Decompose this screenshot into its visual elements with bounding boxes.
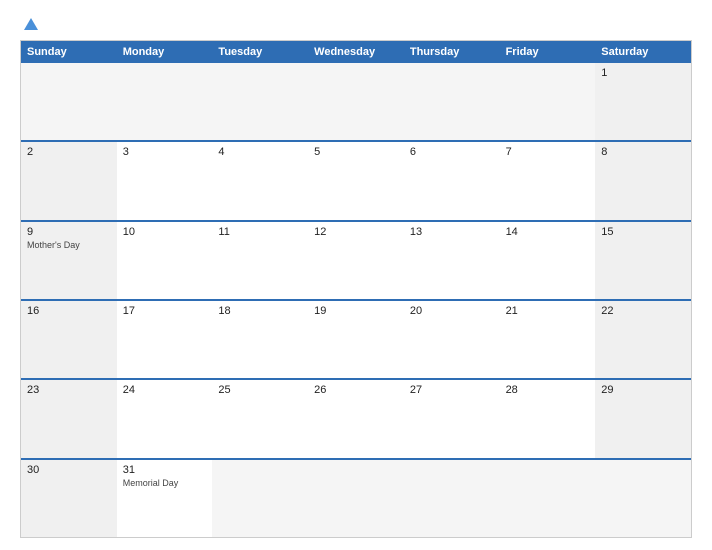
day-number: 5 [314, 146, 398, 158]
holiday-label: Mother's Day [27, 240, 111, 250]
day-cell: 28 [500, 380, 596, 457]
day-cell [308, 63, 404, 140]
day-number: 15 [601, 226, 685, 238]
day-number: 25 [218, 384, 302, 396]
header-thursday: Thursday [404, 41, 500, 63]
day-number: 14 [506, 226, 590, 238]
calendar-grid: Sunday Monday Tuesday Wednesday Thursday… [20, 40, 692, 538]
day-cell: 26 [308, 380, 404, 457]
day-cell: 8 [595, 142, 691, 219]
header-friday: Friday [500, 41, 596, 63]
day-cell: 22 [595, 301, 691, 378]
day-number: 16 [27, 305, 111, 317]
day-cell: 21 [500, 301, 596, 378]
day-cell [595, 460, 691, 537]
day-number: 18 [218, 305, 302, 317]
day-number: 7 [506, 146, 590, 158]
day-cell: 10 [117, 222, 213, 299]
day-number: 8 [601, 146, 685, 158]
day-number: 21 [506, 305, 590, 317]
day-cell: 1 [595, 63, 691, 140]
header-wednesday: Wednesday [308, 41, 404, 63]
day-number: 31 [123, 464, 207, 476]
day-cell: 4 [212, 142, 308, 219]
header-tuesday: Tuesday [212, 41, 308, 63]
day-cell: 18 [212, 301, 308, 378]
day-cell: 12 [308, 222, 404, 299]
header-monday: Monday [117, 41, 213, 63]
day-cell: 27 [404, 380, 500, 457]
day-cell [212, 460, 308, 537]
day-cell [117, 63, 213, 140]
day-number: 24 [123, 384, 207, 396]
day-number: 4 [218, 146, 302, 158]
day-cell: 19 [308, 301, 404, 378]
day-cell: 3 [117, 142, 213, 219]
day-cell: 2 [21, 142, 117, 219]
header-saturday: Saturday [595, 41, 691, 63]
day-cell [308, 460, 404, 537]
day-cell: 15 [595, 222, 691, 299]
calendar-page: Sunday Monday Tuesday Wednesday Thursday… [0, 0, 712, 550]
day-number: 13 [410, 226, 494, 238]
week-row-4: 23 24 25 26 27 28 29 [21, 378, 691, 457]
day-number: 2 [27, 146, 111, 158]
day-number: 1 [601, 67, 685, 79]
day-number: 20 [410, 305, 494, 317]
day-cell: 23 [21, 380, 117, 457]
day-cell: 5 [308, 142, 404, 219]
day-number: 28 [506, 384, 590, 396]
day-number: 30 [27, 464, 111, 476]
day-cell: 30 [21, 460, 117, 537]
day-cell: 11 [212, 222, 308, 299]
day-number: 29 [601, 384, 685, 396]
day-cell: 20 [404, 301, 500, 378]
day-number: 22 [601, 305, 685, 317]
day-number: 26 [314, 384, 398, 396]
day-cell: 29 [595, 380, 691, 457]
day-number: 12 [314, 226, 398, 238]
week-row-5: 30 31 Memorial Day [21, 458, 691, 537]
week-row-1: 2345678 [21, 140, 691, 219]
weeks-container: 123456789Mother's Day1011121314151617181… [21, 63, 691, 537]
logo-triangle-icon [24, 18, 38, 30]
day-number: 23 [27, 384, 111, 396]
week-row-0: 1 [21, 63, 691, 140]
day-cell: 31 Memorial Day [117, 460, 213, 537]
logo [20, 18, 38, 30]
day-number: 6 [410, 146, 494, 158]
header-sunday: Sunday [21, 41, 117, 63]
day-headers-row: Sunday Monday Tuesday Wednesday Thursday… [21, 41, 691, 63]
day-cell: 17 [117, 301, 213, 378]
day-cell: 13 [404, 222, 500, 299]
week-row-2: 9 Mother's Day 10 11 12 13 14 15 [21, 220, 691, 299]
day-cell: 9 Mother's Day [21, 222, 117, 299]
day-number: 17 [123, 305, 207, 317]
day-cell [500, 63, 596, 140]
day-cell [404, 63, 500, 140]
week-row-3: 16 17 18 19 20 21 22 [21, 299, 691, 378]
day-cell: 16 [21, 301, 117, 378]
day-cell [21, 63, 117, 140]
day-cell: 6 [404, 142, 500, 219]
day-cell [212, 63, 308, 140]
day-number: 19 [314, 305, 398, 317]
day-cell: 7 [500, 142, 596, 219]
day-cell: 24 [117, 380, 213, 457]
holiday-label: Memorial Day [123, 478, 207, 488]
header [20, 18, 692, 30]
day-number: 10 [123, 226, 207, 238]
day-number: 3 [123, 146, 207, 158]
day-number: 11 [218, 226, 302, 238]
day-cell: 14 [500, 222, 596, 299]
day-number: 27 [410, 384, 494, 396]
day-number: 9 [27, 226, 111, 238]
day-cell [404, 460, 500, 537]
day-cell: 25 [212, 380, 308, 457]
day-cell [500, 460, 596, 537]
